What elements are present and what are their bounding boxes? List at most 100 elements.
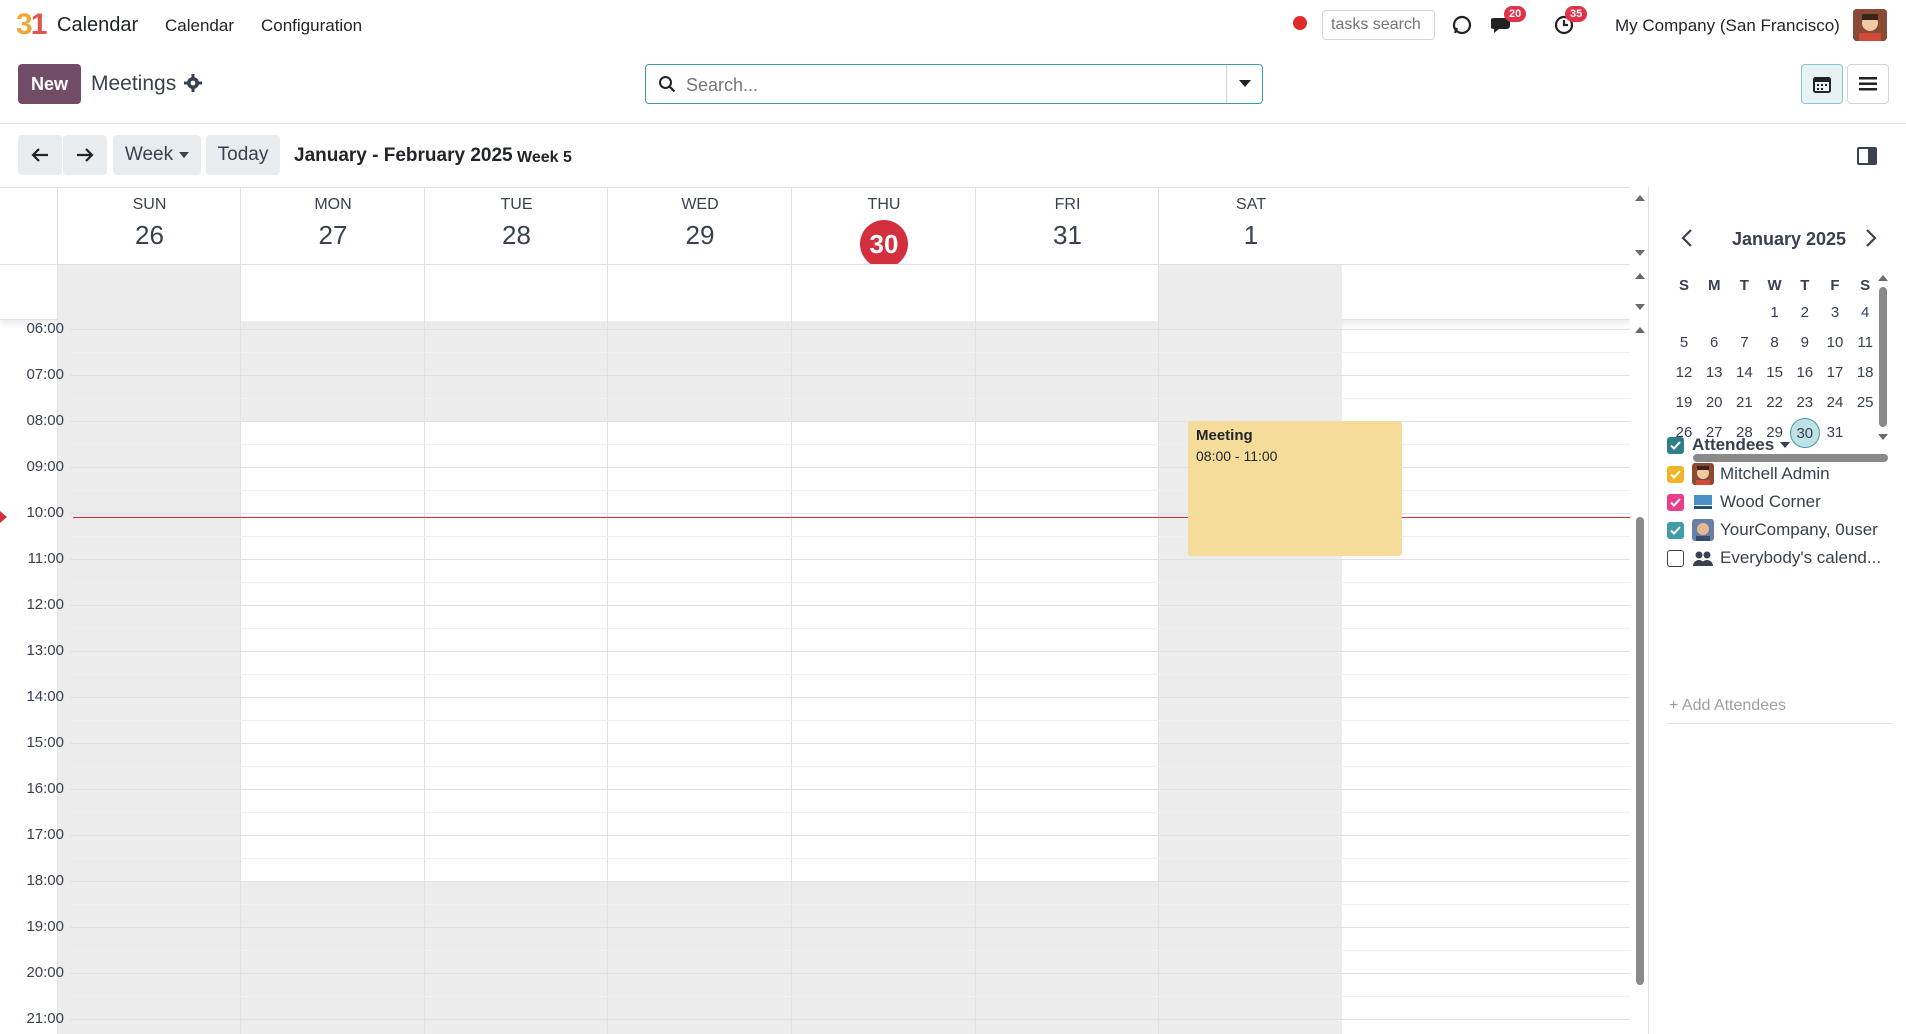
scale-label: Week	[124, 144, 174, 165]
mini-weekday: M	[1707, 277, 1721, 294]
attendee-filter-item[interactable]: Mitchell Admin	[1667, 463, 1830, 485]
day-header[interactable]: THU 30	[791, 188, 976, 268]
next-button[interactable]	[63, 135, 107, 175]
gear-icon[interactable]	[184, 74, 202, 92]
half-hour-gridline	[70, 812, 1630, 813]
search-options-toggle[interactable]	[1226, 65, 1262, 103]
mini-calendar-day[interactable]: 17	[1820, 358, 1850, 388]
record-icon[interactable]	[1293, 16, 1307, 30]
activities-icon[interactable]: 35	[1551, 6, 1588, 38]
all-day-cell[interactable]	[607, 265, 791, 321]
mini-calendar-vscroll[interactable]	[1879, 287, 1887, 427]
list-view-button[interactable]	[1847, 64, 1889, 104]
mini-calendar-day[interactable]: 31	[1820, 418, 1850, 448]
caret-down-icon	[179, 152, 190, 158]
mini-calendar-day[interactable]: 19	[1669, 388, 1699, 418]
scale-dropdown[interactable]: Week	[113, 135, 201, 175]
mini-calendar-day[interactable]: 13	[1699, 358, 1729, 388]
mini-calendar-day[interactable]: 14	[1729, 358, 1759, 388]
all-day-cell[interactable]	[791, 265, 975, 321]
mini-scroll-up[interactable]	[1878, 275, 1888, 281]
half-hour-gridline	[70, 398, 1630, 399]
all-day-cell[interactable]	[975, 265, 1158, 321]
search-input[interactable]	[686, 71, 1206, 99]
app-name[interactable]: Calendar	[57, 14, 138, 37]
mini-calendar-day[interactable]: 1	[1760, 298, 1790, 328]
day-header[interactable]: MON 27	[240, 188, 425, 264]
mini-calendar-day[interactable]: 9	[1790, 328, 1820, 358]
mini-calendar-day[interactable]: 2	[1790, 298, 1820, 328]
calendar-event[interactable]: Meeting 08:00 - 11:00	[1188, 421, 1402, 556]
mini-calendar-day[interactable]: 25	[1850, 388, 1880, 418]
day-header[interactable]: WED 29	[607, 188, 792, 264]
mini-calendar-day[interactable]: 10	[1820, 328, 1850, 358]
header-scroll-up[interactable]	[1635, 195, 1645, 201]
grid-scrollbar[interactable]	[1636, 517, 1644, 985]
checkbox-checked-icon[interactable]	[1667, 493, 1684, 511]
mini-calendar-day[interactable]: 16	[1790, 358, 1820, 388]
grid-scroll-up[interactable]	[1635, 327, 1645, 333]
mini-calendar-day[interactable]: 6	[1699, 328, 1729, 358]
divider	[1667, 723, 1892, 724]
calendar-app-icon[interactable]: 31	[16, 8, 47, 42]
day-number: 26	[135, 220, 164, 250]
mini-calendar-day[interactable]: 4	[1850, 298, 1880, 328]
user-avatar[interactable]	[1853, 9, 1887, 41]
all-day-cell[interactable]	[240, 265, 424, 321]
side-panel-toggle-icon[interactable]	[1857, 147, 1877, 165]
day-header[interactable]: SAT 1	[1158, 188, 1343, 264]
allday-scroll-down[interactable]	[1635, 304, 1645, 310]
all-day-cell[interactable]	[57, 265, 240, 321]
mini-calendar-day[interactable]: 12	[1669, 358, 1699, 388]
attendee-filter-item[interactable]: YourCompany, 0user	[1667, 519, 1878, 541]
add-attendees-link[interactable]: + Add Attendees	[1669, 697, 1786, 715]
mini-calendar-day[interactable]: 20	[1699, 388, 1729, 418]
tasks-search-input[interactable]	[1322, 10, 1435, 40]
header-scroll-down[interactable]	[1635, 250, 1645, 256]
hour-label: 17:00	[26, 826, 64, 843]
calendar-view-button[interactable]	[1801, 64, 1843, 104]
allday-scroll-up[interactable]	[1635, 273, 1645, 279]
today-button[interactable]: Today	[206, 135, 280, 175]
checkbox-checked-icon[interactable]	[1667, 521, 1684, 539]
mini-next-icon[interactable]	[1865, 227, 1877, 253]
half-hour-gridline	[70, 858, 1630, 859]
previous-button[interactable]	[18, 135, 62, 175]
event-time: 08:00 - 11:00	[1196, 448, 1278, 464]
attendees-filter-header[interactable]: Attendees	[1667, 435, 1791, 455]
company-switcher[interactable]: My Company (San Francisco)	[1615, 16, 1840, 36]
hour-label: 13:00	[26, 642, 64, 659]
menu-calendar[interactable]: Calendar	[165, 16, 234, 36]
mini-calendar-day[interactable]: 7	[1729, 328, 1759, 358]
all-day-cell[interactable]	[424, 265, 607, 321]
checkbox-checked-icon[interactable]	[1667, 436, 1684, 454]
day-header[interactable]: SUN 26	[57, 188, 241, 264]
checkbox-checked-icon[interactable]	[1667, 465, 1684, 483]
mini-calendar-day[interactable]: 23	[1790, 388, 1820, 418]
all-day-cell[interactable]	[1158, 265, 1342, 321]
attendee-filter-item[interactable]: Wood Corner	[1667, 491, 1821, 513]
discuss-icon[interactable]	[1449, 12, 1475, 38]
mini-calendar-day[interactable]: 3	[1820, 298, 1850, 328]
mini-calendar-day[interactable]: 8	[1760, 328, 1790, 358]
mini-calendar-day[interactable]: 22	[1760, 388, 1790, 418]
mini-calendar-day[interactable]: 15	[1760, 358, 1790, 388]
new-button[interactable]: New	[18, 64, 81, 104]
mini-calendar-hscroll[interactable]	[1693, 454, 1888, 462]
mini-calendar-day[interactable]: 30	[1789, 418, 1820, 448]
mini-calendar-day[interactable]: 11	[1850, 328, 1880, 358]
messages-icon[interactable]: 20	[1490, 6, 1527, 38]
day-header[interactable]: TUE 28	[424, 188, 608, 264]
mini-prev-icon[interactable]	[1681, 227, 1693, 253]
mini-calendar-day[interactable]: 18	[1850, 358, 1880, 388]
mini-scroll-down[interactable]	[1878, 434, 1888, 440]
mini-calendar-day[interactable]: 21	[1729, 388, 1759, 418]
menu-configuration[interactable]: Configuration	[261, 16, 362, 36]
checkbox-unchecked-icon[interactable]	[1667, 549, 1684, 567]
mini-weekday: T	[1739, 277, 1749, 294]
mini-calendar-day[interactable]: 5	[1669, 328, 1699, 358]
day-header[interactable]: FRI 31	[975, 188, 1159, 264]
mini-calendar-day[interactable]: 24	[1820, 388, 1850, 418]
attendee-name: YourCompany, 0user	[1720, 520, 1878, 539]
attendee-filter-item[interactable]: Everybody's calend...	[1667, 547, 1881, 569]
